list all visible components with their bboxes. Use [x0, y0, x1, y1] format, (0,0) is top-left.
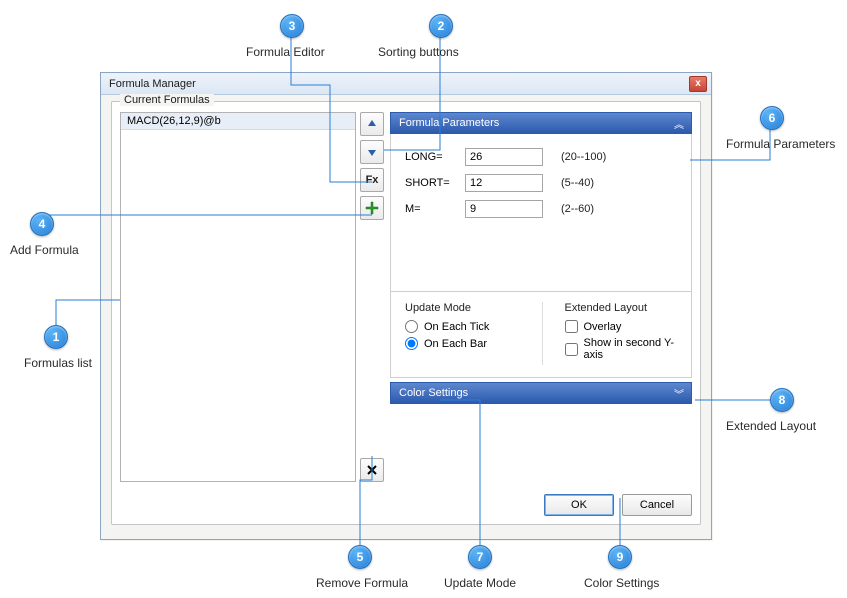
add-formula-button[interactable]: [360, 196, 384, 220]
update-tick-label: On Each Tick: [424, 321, 489, 333]
callout-badge-1: 1: [44, 325, 68, 349]
window-title: Formula Manager: [109, 78, 689, 90]
plus-icon: [365, 201, 379, 215]
param-name: LONG=: [405, 151, 459, 163]
arrow-up-icon: [366, 118, 378, 130]
vertical-divider: [542, 302, 543, 365]
param-range: (5--40): [561, 177, 594, 189]
param-range: (20--100): [561, 151, 606, 163]
param-name: SHORT=: [405, 177, 459, 189]
color-settings-title: Color Settings: [399, 387, 674, 399]
callout-badge-9: 9: [608, 545, 632, 569]
callout-label-4: Add Formula: [10, 243, 79, 257]
update-tick-radio[interactable]: [405, 320, 418, 333]
param-row-short: SHORT= (5--40): [405, 174, 679, 192]
callout-label-7: Update Mode: [444, 576, 516, 590]
list-button-column: Fx: [360, 112, 386, 482]
formula-label: MACD(26,12,9)@b: [127, 115, 221, 127]
group-title: Current Formulas: [120, 94, 214, 106]
callout-badge-3: 3: [280, 14, 304, 38]
callout-label-2: Sorting buttons: [378, 45, 459, 59]
update-mode-group: Update Mode On Each Tick On Each Bar: [405, 302, 520, 365]
ok-button[interactable]: OK: [544, 494, 614, 516]
callout-label-6: Formula Parameters: [726, 137, 835, 151]
param-name: M=: [405, 203, 459, 215]
update-bar-radio[interactable]: [405, 337, 418, 350]
param-row-long: LONG= (20--100): [405, 148, 679, 166]
overlay-label: Overlay: [584, 321, 622, 333]
remove-formula-button[interactable]: [360, 458, 384, 482]
callout-badge-2: 2: [429, 14, 453, 38]
param-long-input[interactable]: [465, 148, 543, 166]
titlebar: Formula Manager x: [101, 73, 711, 95]
formula-manager-window: Formula Manager x Current Formulas MACD(…: [100, 72, 712, 540]
formula-editor-button[interactable]: Fx: [360, 168, 384, 192]
list-item[interactable]: MACD(26,12,9)@b: [121, 113, 355, 130]
overlay-checkbox[interactable]: [565, 320, 578, 333]
update-bar-label: On Each Bar: [424, 338, 487, 350]
param-row-m: M= (2--60): [405, 200, 679, 218]
formula-list[interactable]: MACD(26,12,9)@b: [120, 112, 356, 482]
collapse-icon: ︽: [674, 116, 683, 131]
move-up-button[interactable]: [360, 112, 384, 136]
arrow-down-icon: [366, 146, 378, 158]
mode-layout-section: Update Mode On Each Tick On Each Bar: [390, 292, 692, 378]
expand-icon: ︾: [674, 386, 683, 401]
move-down-button[interactable]: [360, 140, 384, 164]
current-formulas-group: Current Formulas MACD(26,12,9)@b: [111, 101, 701, 525]
second-yaxis-checkbox[interactable]: [565, 343, 578, 356]
param-range: (2--60): [561, 203, 594, 215]
formula-parameters-title: Formula Parameters: [399, 117, 674, 129]
callout-badge-6: 6: [760, 106, 784, 130]
extended-layout-title: Extended Layout: [565, 302, 680, 314]
cancel-button[interactable]: Cancel: [622, 494, 692, 516]
color-settings-header[interactable]: Color Settings ︾: [390, 382, 692, 404]
callout-badge-5: 5: [348, 545, 372, 569]
callout-label-3: Formula Editor: [246, 45, 325, 59]
param-short-input[interactable]: [465, 174, 543, 192]
extended-layout-group: Extended Layout Overlay Show in second Y…: [565, 302, 680, 365]
callout-label-9: Color Settings: [584, 576, 659, 590]
callout-badge-4: 4: [30, 212, 54, 236]
update-mode-title: Update Mode: [405, 302, 520, 314]
param-m-input[interactable]: [465, 200, 543, 218]
remove-icon: [366, 464, 378, 476]
formula-parameters-body: LONG= (20--100) SHORT= (5--40) M=: [390, 134, 692, 292]
formula-parameters-header[interactable]: Formula Parameters ︽: [390, 112, 692, 134]
callout-label-8: Extended Layout: [726, 419, 816, 433]
callout-badge-7: 7: [468, 545, 492, 569]
callout-badge-8: 8: [770, 388, 794, 412]
second-yaxis-label: Show in second Y-axis: [584, 337, 680, 361]
dialog-button-row: OK Cancel: [120, 494, 692, 516]
close-icon[interactable]: x: [689, 76, 707, 92]
callout-label-5: Remove Formula: [316, 576, 408, 590]
callout-label-1: Formulas list: [24, 356, 92, 370]
fx-icon: Fx: [366, 174, 379, 186]
